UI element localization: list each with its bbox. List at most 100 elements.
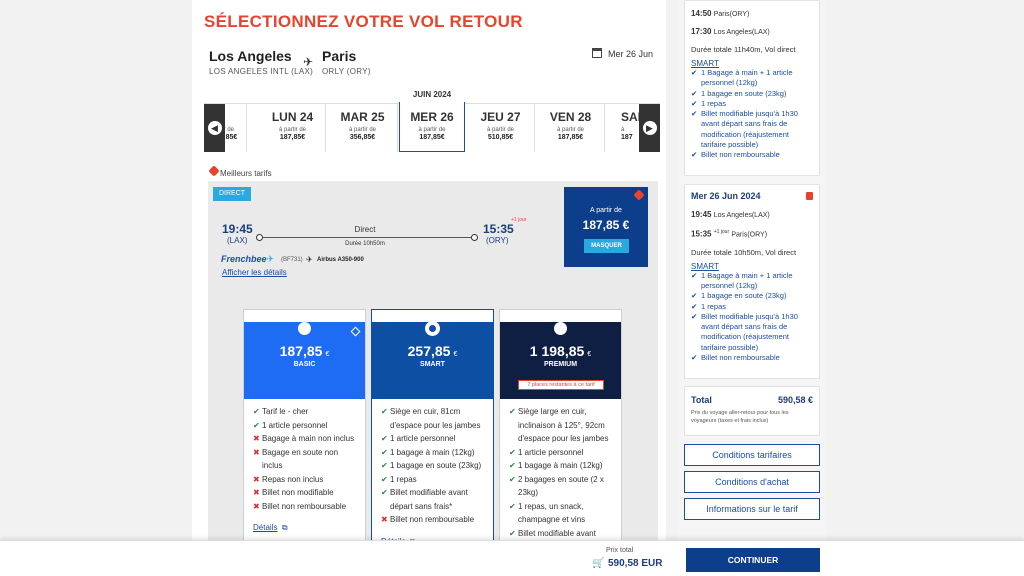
fare-feature: ✔ 1 article personnel <box>381 432 484 446</box>
return-date: Mer 26 Jun 2024 <box>691 191 761 201</box>
fare-header: 187,85 € BASIC <box>244 322 365 399</box>
route-date: Mer 26 Jun <box>608 49 654 59</box>
continue-button[interactable]: CONTINUER <box>686 548 820 572</box>
airline-logo: Frenchbee✈ <box>221 254 275 264</box>
check-icon: ✔ <box>691 291 698 301</box>
bottom-total-value: 590,58 EUR <box>608 558 663 569</box>
fare-feature: ✔ 1 bagage à main (12kg) <box>381 446 484 460</box>
summary-feature: ✔ 1 repas <box>691 98 727 108</box>
calendar-day-27[interactable]: JEU 27 à partir de 510,85€ <box>467 104 535 152</box>
hide-button[interactable]: MASQUER <box>584 239 629 253</box>
check-icon: ✔ <box>509 501 516 511</box>
total-label: Total <box>691 395 712 405</box>
departure-time: 19:45 <box>222 222 253 236</box>
fare-card-smart[interactable]: 257,85 € SMART ✔ Siège en cuir, 81cm d'esp… <box>371 309 494 576</box>
cross-icon: ✖ <box>253 488 260 497</box>
calendar-day-25[interactable]: MAR 25 à partir de 356,85€ <box>328 104 398 152</box>
outbound-fare-link[interactable]: SMART <box>691 59 813 68</box>
check-icon: ✔ <box>691 98 698 108</box>
return-fare-link[interactable]: SMART <box>691 262 813 271</box>
summary-feature: ✔ 1 bagage en soute (23kg) <box>691 291 787 301</box>
calendar-day-24[interactable]: LUN 24 à partir de 187,85€ <box>260 104 326 152</box>
plane-icon: ✈ <box>303 55 314 69</box>
fare-feature: ✖ Billet non remboursable <box>253 500 356 514</box>
fare-feature: ✖ Billet non remboursable <box>381 513 484 527</box>
check-icon: ✔ <box>253 407 260 416</box>
trash-icon[interactable] <box>806 192 813 200</box>
check-icon: ✔ <box>691 109 698 119</box>
fare-radio[interactable] <box>554 322 567 335</box>
total-summary: Total 590,58 € Prix du voyage aller-reto… <box>684 386 820 436</box>
fare-features: ✔ Tarif le - cher ✔ 1 article personnel ✖ Bag… <box>244 399 365 513</box>
route-line <box>263 237 472 238</box>
fare-card-basic[interactable]: 187,85 € BASIC ✔ Tarif le - cher ✔ 1 article… <box>243 309 366 576</box>
check-icon: ✔ <box>381 407 388 416</box>
route-start-dot <box>256 234 263 241</box>
total-value: 590,58 € <box>777 395 813 405</box>
calendar-icon <box>592 48 602 58</box>
check-icon: ✔ <box>691 150 698 160</box>
flight-number: (BF731) <box>281 257 303 263</box>
check-icon: ✔ <box>509 461 516 470</box>
fare-feature: ✔ Siège large en cuir, inclinaison à 125°… <box>509 407 609 443</box>
external-link-icon: ⧉ <box>281 523 288 532</box>
check-icon: ✔ <box>691 270 698 280</box>
direct-badge: DIRECT <box>213 187 251 201</box>
seats-remaining-alert: 7 places restantes à ce tarif <box>518 380 604 390</box>
to-airport: ORLY (ORY) <box>322 67 371 76</box>
check-icon: ✔ <box>691 353 698 363</box>
aircraft-icon: ✈ <box>306 255 313 264</box>
purchase-conditions-button[interactable]: Conditions d'achat <box>684 471 820 493</box>
check-icon: ✔ <box>381 434 388 443</box>
cross-icon: ✖ <box>253 447 260 457</box>
check-icon: ✔ <box>691 68 698 77</box>
fare-feature: ✖ Billet non modifiable <box>253 486 356 500</box>
summary-feature: ✔ Billet modifiable jusqu'à 1h30 avant dé… <box>691 311 798 352</box>
fare-radio-selected[interactable] <box>426 322 439 335</box>
departure-code: (LAX) <box>227 236 248 245</box>
fare-radio[interactable] <box>298 322 311 335</box>
bottom-bar: Prix total 🛒 590,58 EUR CONTINUER <box>0 540 1024 576</box>
flight-type: Direct <box>354 225 376 234</box>
fare-feature: ✖ Bagage en soute non inclus <box>253 447 339 471</box>
cross-icon: ✖ <box>253 501 260 511</box>
check-icon: ✔ <box>691 311 698 321</box>
calendar-prev-button[interactable]: ◀ <box>204 104 225 152</box>
check-icon: ✔ <box>691 301 698 311</box>
fare-feature: ✔ 1 article personnel <box>509 446 612 460</box>
calendar-day-26-selected[interactable]: MER 26 à partir de 187,85€ <box>399 102 465 152</box>
cart-icon: 🛒 <box>592 558 605 569</box>
calendar-next-button[interactable]: ▶ <box>639 104 660 152</box>
fare-conditions-button[interactable]: Conditions tarifaires <box>684 444 820 466</box>
return-summary: Mer 26 Jun 2024 19:45 Los Angeles(LAX) 1… <box>684 184 820 379</box>
check-icon: ✔ <box>381 461 388 470</box>
show-details-link[interactable]: Afficher les détails <box>222 268 287 277</box>
from-city: Los Angeles <box>209 48 292 64</box>
arrow-right-icon: ▶ <box>642 121 657 135</box>
check-icon: ✔ <box>381 474 388 484</box>
check-icon: ✔ <box>381 488 388 497</box>
calendar-day-29[interactable]: SAM à 187 <box>607 104 641 152</box>
best-fares-label: Meilleurs tarifs <box>220 169 272 178</box>
fare-feature: ✔ 1 bagage en soute (23kg) <box>381 459 484 473</box>
to-city: Paris <box>322 48 357 64</box>
fare-feature: ✔Billet modifiable avant départ sans fra… <box>381 488 468 511</box>
fare-feature: ✔ 2 bagages en soute (2 x 23kg) <box>509 474 604 498</box>
aircraft-model: Airbus A350-900 <box>317 257 364 263</box>
summary-feature: ✔ 1 bagage en soute (23kg) <box>691 88 787 98</box>
fare-info-button[interactable]: Informations sur le tarif <box>684 498 820 520</box>
check-icon: ✔ <box>691 88 698 98</box>
fare-feature: ✖ Bagage à main non inclus <box>253 432 356 446</box>
fare-feature: ✔ 1 repas, un snack, champagne et vins <box>509 501 586 525</box>
fare-tag-icon <box>350 326 361 337</box>
fare-card-premium[interactable]: 1 198,85 € PREMIUM 7 places restantes à c… <box>499 309 622 576</box>
fare-feature: ✔ 1 repas <box>381 473 484 487</box>
total-note: Prix du voyage aller-retour pour tous le… <box>691 410 789 424</box>
calendar-day-28[interactable]: VEN 28 à partir de 187,85€ <box>537 104 605 152</box>
flight-duration: Durée 10h50m <box>345 241 385 247</box>
route-end-dot <box>471 234 478 241</box>
fare-details-link[interactable]: Détails <box>253 523 277 532</box>
check-icon: ✔ <box>509 474 516 484</box>
summary-feature: ✔ 1 Bagage à main + 1 article personnel (… <box>691 68 793 88</box>
calendar-month: JUIN 2024 <box>412 90 452 99</box>
